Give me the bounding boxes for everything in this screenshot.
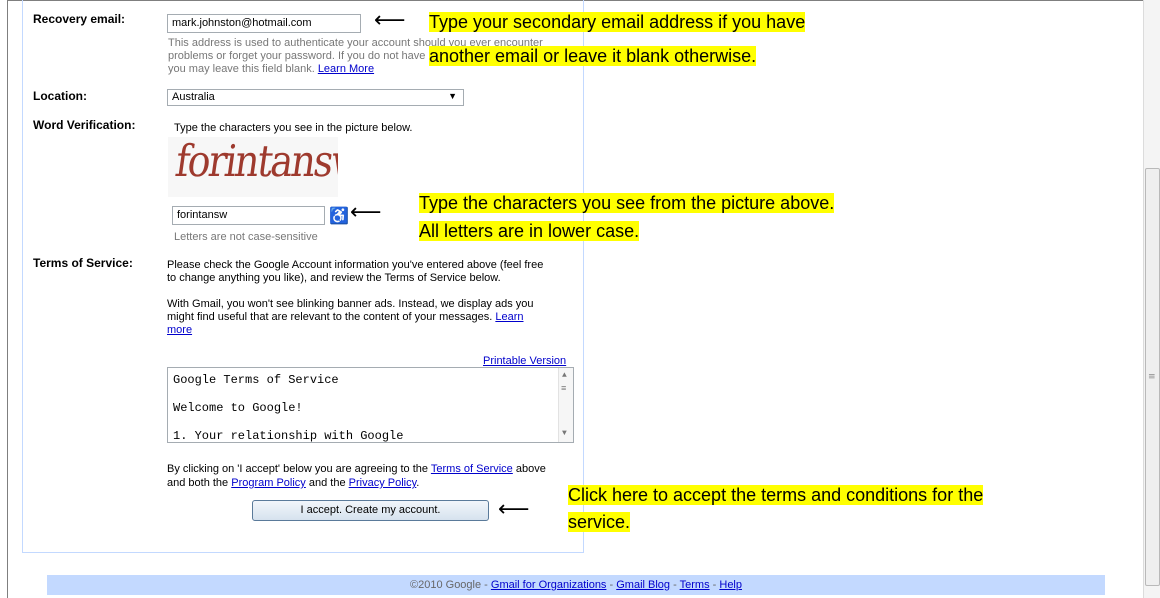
agreement-line1: By clicking on 'I accept' below you are … xyxy=(167,463,546,476)
ads-more-link-row: more xyxy=(167,324,192,337)
footer-copyright: ©2010 Google - xyxy=(410,579,488,591)
annotation-captcha-line1: Type the characters you see from the pic… xyxy=(419,192,835,214)
location-select[interactable]: Australia ▼ xyxy=(167,89,464,106)
annotation-text: service. xyxy=(568,512,631,532)
agreement-text-above: above xyxy=(515,463,546,475)
agreement-text-both: and both the xyxy=(167,477,229,489)
accept-create-account-button[interactable]: I accept. Create my account. xyxy=(252,500,489,521)
annotation-recovery-line1: Type your secondary email address if you… xyxy=(429,11,806,33)
footer-link-organizations[interactable]: Gmail for Organizations xyxy=(491,579,607,591)
terms-text-line: Welcome to Google! xyxy=(173,401,303,415)
annotation-accept-line1: Click here to accept the terms and condi… xyxy=(568,484,984,506)
agreement-text-and: and the xyxy=(308,477,346,489)
agreement-line2: and both the Program Policy and the Priv… xyxy=(167,477,419,490)
terms-text-line: 1. Your relationship with Google xyxy=(173,429,404,443)
scroll-grip-icon: ≡ xyxy=(1148,372,1156,382)
annotation-recovery-line2: another email or leave it blank otherwis… xyxy=(429,45,757,67)
footer-bar: ©2010 Google - Gmail for Organizations -… xyxy=(47,575,1105,595)
captcha-text: forintansw xyxy=(172,137,338,187)
chevron-down-icon: ▼ xyxy=(448,91,457,101)
captcha-input[interactable]: forintansw xyxy=(172,206,325,225)
arrow-left-icon: ⟵ xyxy=(350,200,382,225)
agreement-text: By clicking on 'I accept' below you are … xyxy=(167,463,429,475)
footer-link-blog[interactable]: Gmail Blog xyxy=(616,579,670,591)
printable-version-link[interactable]: Printable Version xyxy=(483,355,566,367)
footer-separator: - xyxy=(673,579,677,591)
footer-separator: - xyxy=(712,579,717,591)
location-selected-value: Australia xyxy=(172,91,215,103)
location-label: Location: xyxy=(33,89,87,103)
terms-textarea[interactable]: Google Terms of Service Welcome to Googl… xyxy=(167,367,574,443)
recovery-email-input[interactable]: mark.johnston@hotmail.com xyxy=(167,14,361,33)
terms-para2-text: might find useful that are relevant to t… xyxy=(167,311,493,323)
annotation-captcha-line2: All letters are in lower case. xyxy=(419,220,640,242)
footer-link-help[interactable]: Help xyxy=(719,579,742,591)
annotation-text: Type the characters you see from the pic… xyxy=(419,193,835,213)
recovery-email-label: Recovery email: xyxy=(33,12,126,26)
terms-scrollbar[interactable]: ▲ ≡ ▼ xyxy=(558,368,573,442)
annotation-accept-line2: service. xyxy=(568,511,631,533)
recovery-help-line3: you may leave this field blank. Learn Mo… xyxy=(168,63,374,76)
recovery-help-text: you may leave this field blank. xyxy=(168,63,315,75)
scroll-down-icon[interactable]: ▼ xyxy=(562,429,567,438)
captcha-image: forintansw xyxy=(168,137,338,197)
program-policy-link[interactable]: Program Policy xyxy=(231,477,306,489)
learn-more-link[interactable]: Learn More xyxy=(318,63,374,75)
arrow-left-icon: ⟵ xyxy=(374,8,406,33)
agreement-period: . xyxy=(416,477,420,489)
ads-more-link[interactable]: more xyxy=(167,324,192,336)
terms-of-service-label: Terms of Service: xyxy=(33,256,133,270)
terms-para1-line1: Please check the Google Account informat… xyxy=(167,259,544,271)
footer-link-terms[interactable]: Terms xyxy=(680,579,710,591)
annotation-text: another email or leave it blank otherwis… xyxy=(429,46,757,66)
scroll-grip-icon: ≡ xyxy=(561,384,567,394)
recovery-help-line2: problems or forget your password. If you… xyxy=(168,50,426,62)
terms-of-service-link[interactable]: Terms of Service xyxy=(431,463,513,475)
window-scrollbar[interactable]: ≡ xyxy=(1143,0,1160,598)
terms-para1-line2: to change anything you like), and review… xyxy=(167,272,501,284)
annotation-text: Type your secondary email address if you… xyxy=(429,12,806,32)
scroll-up-icon[interactable]: ▲ xyxy=(562,371,567,380)
annotation-text: All letters are in lower case. xyxy=(419,221,640,241)
verification-instruction: Type the characters you see in the pictu… xyxy=(174,122,413,134)
privacy-policy-link[interactable]: Privacy Policy xyxy=(349,477,417,489)
word-verification-label: Word Verification: xyxy=(33,118,136,132)
annotation-text: Click here to accept the terms and condi… xyxy=(568,485,984,505)
terms-text-line: Google Terms of Service xyxy=(173,373,339,387)
footer-separator: - xyxy=(609,579,614,591)
arrow-left-icon: ⟵ xyxy=(498,497,530,522)
wheelchair-icon[interactable]: ♿ xyxy=(329,206,349,226)
terms-para2-line1: With Gmail, you won't see blinking banne… xyxy=(167,298,534,310)
ads-learn-link[interactable]: Learn xyxy=(495,311,523,323)
case-sensitivity-hint: Letters are not case-sensitive xyxy=(174,231,318,243)
terms-para2-line2: might find useful that are relevant to t… xyxy=(167,311,524,324)
